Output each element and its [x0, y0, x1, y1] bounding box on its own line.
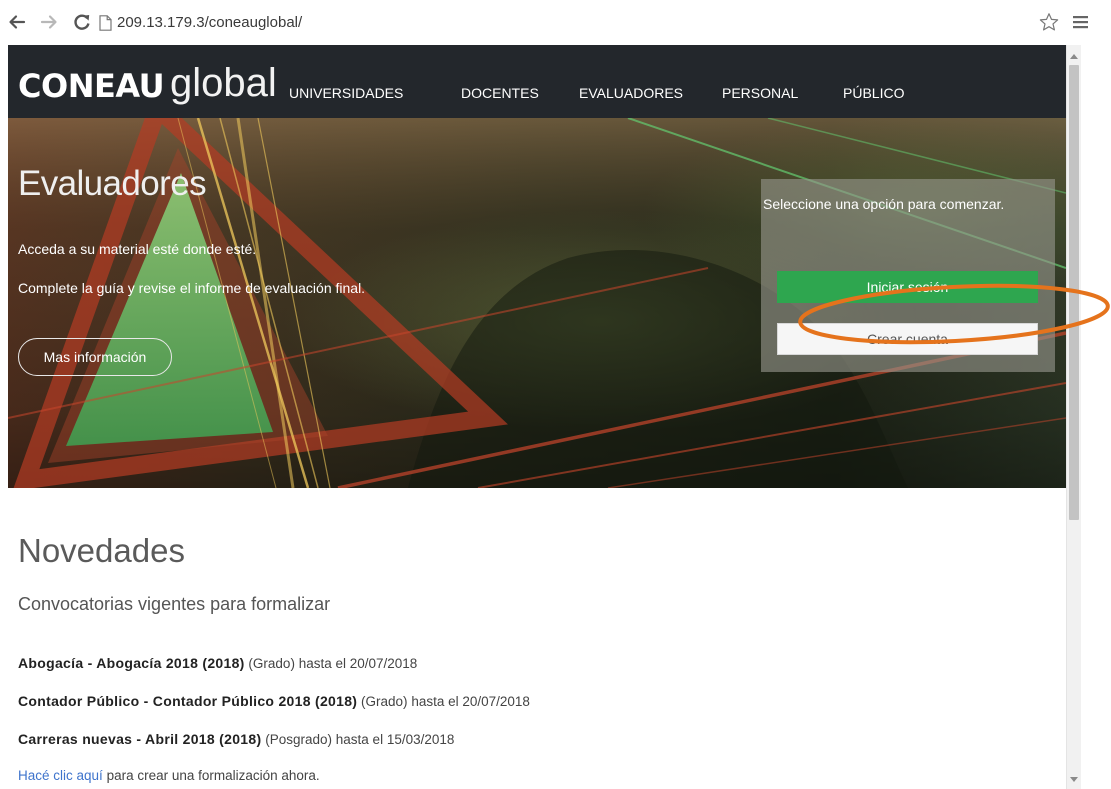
logo-brand-text: CONEAU	[18, 67, 165, 105]
news-subtitle: Convocatorias vigentes para formalizar	[18, 594, 331, 614]
scroll-down-arrow-icon[interactable]	[1070, 777, 1078, 782]
list-item: Carreras nuevas - Abril 2018 (2018) (Pos…	[18, 730, 454, 749]
nav-item-publico[interactable]: PÚBLICO	[843, 85, 904, 101]
forward-arrow-icon[interactable]	[39, 13, 59, 31]
login-button[interactable]: Iniciar sesión	[777, 271, 1038, 303]
scroll-up-arrow-icon[interactable]	[1070, 54, 1078, 59]
reload-icon[interactable]	[72, 12, 92, 32]
page-icon[interactable]	[99, 15, 112, 31]
nav-item-personal[interactable]: PERSONAL	[722, 85, 798, 101]
hero-title: Evaluadores	[18, 164, 207, 203]
list-item: Abogacía - Abogacía 2018 (2018) (Grado) …	[18, 654, 417, 673]
create-account-button[interactable]: Crear cuenta	[777, 323, 1038, 355]
news-title: Novedades	[18, 532, 185, 569]
site-navbar: CONEAU global UNIVERSIDADES DOCENTES EVA…	[8, 45, 1066, 118]
address-bar-url[interactable]: 209.13.179.3/coneauglobal/	[117, 14, 302, 32]
call-level: (Grado)	[248, 656, 295, 671]
browser-window: 209.13.179.3/coneauglobal/ CONEAU global…	[0, 0, 1111, 789]
page-scrollbar[interactable]	[1066, 45, 1081, 789]
formalization-cta: Hacé clic aquí para crear una formalizac…	[18, 767, 320, 785]
call-deadline: hasta el 20/07/2018	[298, 656, 418, 671]
hero-section: Evaluadores Acceda a su material esté do…	[8, 118, 1066, 488]
hero-tagline-1: Acceda a su material esté donde esté.	[18, 241, 257, 257]
call-level: (Grado)	[361, 694, 408, 709]
more-info-button[interactable]: Mas información	[18, 338, 172, 376]
site-logo[interactable]: CONEAU global	[8, 45, 298, 118]
call-deadline: hasta el 15/03/2018	[335, 732, 455, 747]
call-name: Contador Público - Contador Público 2018…	[18, 693, 358, 709]
nav-item-evaluadores[interactable]: EVALUADORES	[579, 85, 683, 101]
list-item: Contador Público - Contador Público 2018…	[18, 692, 530, 711]
browser-toolbar: 209.13.179.3/coneauglobal/	[0, 0, 1111, 42]
nav-item-docentes[interactable]: DOCENTES	[461, 85, 539, 101]
star-icon[interactable]	[1039, 12, 1059, 32]
call-deadline: hasta el 20/07/2018	[411, 694, 530, 709]
call-level: (Posgrado)	[265, 732, 333, 747]
nav-item-universidades[interactable]: UNIVERSIDADES	[289, 85, 403, 101]
address-bar[interactable]: 209.13.179.3/coneauglobal/	[96, 10, 1026, 36]
back-arrow-icon[interactable]	[7, 13, 27, 31]
menu-icon[interactable]	[1072, 14, 1089, 30]
hero-tagline-2: Complete la guía y revise el informe de …	[18, 280, 366, 296]
formalization-cta-text: para crear una formalización ahora.	[106, 768, 320, 783]
login-panel: Seleccione una opción para comenzar. Ini…	[761, 179, 1055, 372]
logo-suffix-text: global	[170, 61, 277, 105]
call-name: Carreras nuevas - Abril 2018 (2018)	[18, 731, 262, 747]
scrollbar-thumb[interactable]	[1069, 65, 1079, 520]
formalization-link[interactable]: Hacé clic aquí	[18, 768, 103, 783]
call-name: Abogacía - Abogacía 2018 (2018)	[18, 655, 245, 671]
login-panel-prompt: Seleccione una opción para comenzar.	[763, 196, 1005, 212]
